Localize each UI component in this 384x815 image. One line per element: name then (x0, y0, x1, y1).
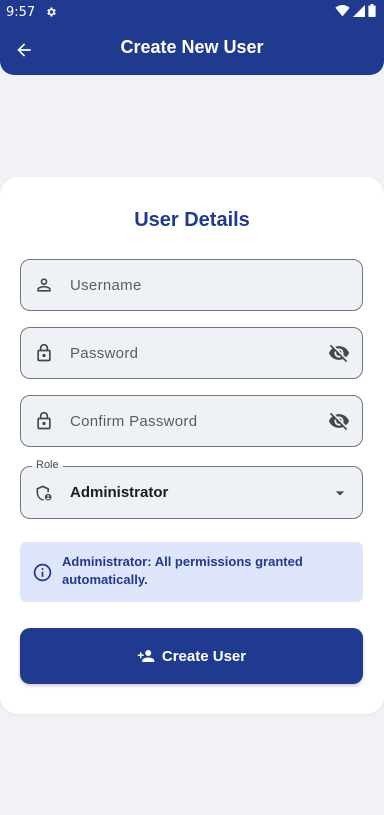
status-time: 9:57 (6, 4, 36, 20)
page-title: Create New User (120, 37, 264, 57)
wifi-icon (335, 4, 350, 20)
admin-shield-icon (34, 483, 54, 503)
status-icons (335, 4, 376, 20)
info-icon (32, 562, 53, 583)
arrow-drop-down-icon (330, 483, 350, 503)
lock-icon (34, 411, 54, 431)
visibility-off-icon[interactable] (327, 409, 351, 433)
role-selected-value: Administrator (70, 484, 169, 501)
person-icon (34, 275, 54, 295)
toolbar: Create New User (0, 30, 384, 68)
signal-icon (353, 4, 365, 20)
settings-icon (45, 6, 57, 18)
lock-icon (34, 343, 54, 363)
username-input[interactable] (70, 276, 362, 294)
app-bar: 9:57 Create New User (0, 0, 384, 75)
confirm-password-field[interactable] (20, 395, 363, 447)
form-title: User Details (134, 209, 250, 231)
role-info-message: Administrator: All permissions granted a… (20, 542, 363, 602)
create-user-label: Create User (161, 647, 247, 665)
visibility-off-icon[interactable] (327, 341, 351, 365)
role-dropdown[interactable]: Role Administrator (20, 459, 363, 519)
person-add-icon (137, 647, 155, 665)
username-field[interactable] (20, 259, 363, 311)
role-label: Role (32, 459, 63, 471)
password-input[interactable] (70, 344, 327, 362)
battery-icon (368, 4, 376, 20)
confirm-password-input[interactable] (70, 412, 327, 430)
info-text: Administrator: All permissions granted a… (62, 554, 303, 587)
password-field[interactable] (20, 327, 363, 379)
status-bar: 9:57 (0, 0, 384, 24)
create-user-button[interactable]: Create User (20, 628, 363, 684)
